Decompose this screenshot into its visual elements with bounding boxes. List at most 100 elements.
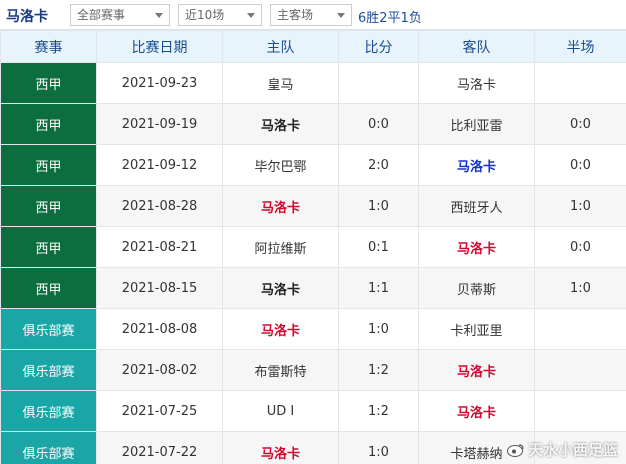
home-team-cell: 马洛卡 bbox=[222, 185, 339, 227]
table-row[interactable]: 西甲 2021-08-15 马洛卡 1:1 贝蒂斯 1:0 bbox=[0, 267, 626, 309]
league-cell: 俱乐部赛 bbox=[0, 390, 97, 432]
column-header-halftime: 半场 bbox=[534, 30, 626, 63]
score-cell: 1:2 bbox=[338, 349, 419, 391]
away-team-cell: 马洛卡 bbox=[418, 144, 535, 186]
away-team-name[interactable]: 西班牙人 bbox=[450, 197, 502, 216]
away-team-name[interactable]: 马洛卡 bbox=[457, 361, 496, 380]
league-cell: 西甲 bbox=[0, 144, 97, 186]
match-history-table: 赛事 比赛日期 主队 比分 客队 半场 西甲 2021-09-23 皇马 马洛卡 西甲 2… bbox=[0, 30, 626, 464]
date-cell: 2021-08-08 bbox=[96, 308, 223, 350]
home-team-name[interactable]: 马洛卡 bbox=[261, 320, 300, 339]
away-team-cell: 马洛卡 bbox=[418, 349, 535, 391]
halftime-cell: 1:0 bbox=[534, 267, 626, 309]
away-team-name[interactable]: 马洛卡 bbox=[457, 74, 496, 93]
home-team-cell: 马洛卡 bbox=[222, 103, 339, 145]
column-header-away: 客队 bbox=[418, 30, 535, 63]
league-cell: 西甲 bbox=[0, 62, 97, 104]
away-team-cell: 贝蒂斯 bbox=[418, 267, 535, 309]
date-cell: 2021-07-25 bbox=[96, 390, 223, 432]
halftime-cell: 0:0 bbox=[534, 226, 626, 268]
watermark-text: 天水小西足篮 bbox=[527, 441, 618, 459]
column-header-league: 赛事 bbox=[0, 30, 97, 63]
league-cell: 俱乐部赛 bbox=[0, 308, 97, 350]
home-team-name[interactable]: 马洛卡 bbox=[261, 443, 300, 462]
league-cell: 西甲 bbox=[0, 267, 97, 309]
score-cell: 1:2 bbox=[338, 390, 419, 432]
venue-select-value: 主客场 bbox=[277, 8, 314, 22]
venue-select[interactable]: 主客场 bbox=[270, 4, 352, 26]
home-team-name[interactable]: 马洛卡 bbox=[261, 115, 300, 134]
table-row[interactable]: 西甲 2021-09-23 皇马 马洛卡 bbox=[0, 62, 626, 104]
away-team-name[interactable]: 马洛卡 bbox=[457, 156, 496, 175]
home-team-name[interactable]: UD I bbox=[267, 404, 295, 419]
column-header-date: 比赛日期 bbox=[96, 30, 223, 63]
away-team-name[interactable]: 卡利亚里 bbox=[450, 320, 502, 339]
date-cell: 2021-08-15 bbox=[96, 267, 223, 309]
halftime-cell bbox=[534, 62, 626, 104]
score-cell: 2:0 bbox=[338, 144, 419, 186]
away-team-name[interactable]: 马洛卡 bbox=[457, 402, 496, 421]
date-cell: 2021-07-22 bbox=[96, 431, 223, 464]
match-count-select-value: 近10场 bbox=[185, 8, 225, 22]
score-cell: 1:0 bbox=[338, 308, 419, 350]
home-team-name[interactable]: 毕尔巴鄂 bbox=[254, 156, 306, 175]
away-team-cell: 马洛卡 bbox=[418, 226, 535, 268]
halftime-cell: 0:0 bbox=[534, 144, 626, 186]
home-team-cell: 毕尔巴鄂 bbox=[222, 144, 339, 186]
date-cell: 2021-08-02 bbox=[96, 349, 223, 391]
filter-bar: 马洛卡 全部赛事 近10场 主客场 6胜2平1负 bbox=[0, 0, 626, 30]
league-cell: 西甲 bbox=[0, 103, 97, 145]
league-cell: 俱乐部赛 bbox=[0, 349, 97, 391]
league-cell: 西甲 bbox=[0, 226, 97, 268]
table-row[interactable]: 俱乐部赛 2021-07-25 UD I 1:2 马洛卡 bbox=[0, 390, 626, 432]
table-row[interactable]: 俱乐部赛 2021-08-08 马洛卡 1:0 卡利亚里 bbox=[0, 308, 626, 350]
chevron-down-icon bbox=[244, 5, 258, 25]
competition-select-value: 全部赛事 bbox=[77, 8, 126, 22]
home-team-name[interactable]: 布雷斯特 bbox=[254, 361, 306, 380]
table-row[interactable]: 西甲 2021-08-28 马洛卡 1:0 西班牙人 1:0 bbox=[0, 185, 626, 227]
table-row[interactable]: 西甲 2021-09-19 马洛卡 0:0 比利亚雷 0:0 bbox=[0, 103, 626, 145]
table-header-row: 赛事 比赛日期 主队 比分 客队 半场 bbox=[0, 30, 626, 63]
team-title: 马洛卡 bbox=[6, 9, 48, 25]
home-team-name[interactable]: 马洛卡 bbox=[261, 279, 300, 298]
away-team-cell: 比利亚雷 bbox=[418, 103, 535, 145]
date-cell: 2021-08-21 bbox=[96, 226, 223, 268]
home-team-cell: 马洛卡 bbox=[222, 308, 339, 350]
away-team-cell: 马洛卡 bbox=[418, 62, 535, 104]
away-team-cell: 西班牙人 bbox=[418, 185, 535, 227]
home-team-name[interactable]: 马洛卡 bbox=[261, 197, 300, 216]
home-team-cell: 布雷斯特 bbox=[222, 349, 339, 391]
match-count-select[interactable]: 近10场 bbox=[178, 4, 262, 26]
home-team-cell: 阿拉维斯 bbox=[222, 226, 339, 268]
table-row[interactable]: 西甲 2021-08-21 阿拉维斯 0:1 马洛卡 0:0 bbox=[0, 226, 626, 268]
home-team-cell: UD I bbox=[222, 390, 339, 432]
halftime-cell bbox=[534, 308, 626, 350]
competition-select[interactable]: 全部赛事 bbox=[70, 4, 170, 26]
home-team-cell: 马洛卡 bbox=[222, 267, 339, 309]
away-team-name[interactable]: 卡塔赫纳 bbox=[450, 443, 502, 462]
away-team-name[interactable]: 贝蒂斯 bbox=[457, 279, 496, 298]
chevron-down-icon bbox=[152, 5, 166, 25]
home-team-name[interactable]: 阿拉维斯 bbox=[254, 238, 306, 257]
table-row[interactable]: 俱乐部赛 2021-08-02 布雷斯特 1:2 马洛卡 bbox=[0, 349, 626, 391]
record-summary: 6胜2平1负 bbox=[358, 11, 422, 26]
score-cell: 1:1 bbox=[338, 267, 419, 309]
away-team-name[interactable]: 比利亚雷 bbox=[450, 115, 502, 134]
watermark: 天水小西足篮 bbox=[506, 439, 618, 460]
away-team-name[interactable]: 马洛卡 bbox=[457, 238, 496, 257]
home-team-name[interactable]: 皇马 bbox=[267, 74, 293, 93]
away-team-cell: 马洛卡 bbox=[418, 390, 535, 432]
table-row[interactable]: 西甲 2021-09-12 毕尔巴鄂 2:0 马洛卡 0:0 bbox=[0, 144, 626, 186]
chevron-down-icon bbox=[334, 5, 348, 25]
home-team-cell: 皇马 bbox=[222, 62, 339, 104]
column-header-score: 比分 bbox=[338, 30, 419, 63]
league-cell: 西甲 bbox=[0, 185, 97, 227]
date-cell: 2021-09-12 bbox=[96, 144, 223, 186]
score-cell: 1:0 bbox=[338, 431, 419, 464]
away-team-cell: 卡利亚里 bbox=[418, 308, 535, 350]
score-cell: 0:1 bbox=[338, 226, 419, 268]
league-cell: 俱乐部赛 bbox=[0, 431, 97, 464]
halftime-cell bbox=[534, 349, 626, 391]
score-cell: 1:0 bbox=[338, 185, 419, 227]
date-cell: 2021-09-23 bbox=[96, 62, 223, 104]
